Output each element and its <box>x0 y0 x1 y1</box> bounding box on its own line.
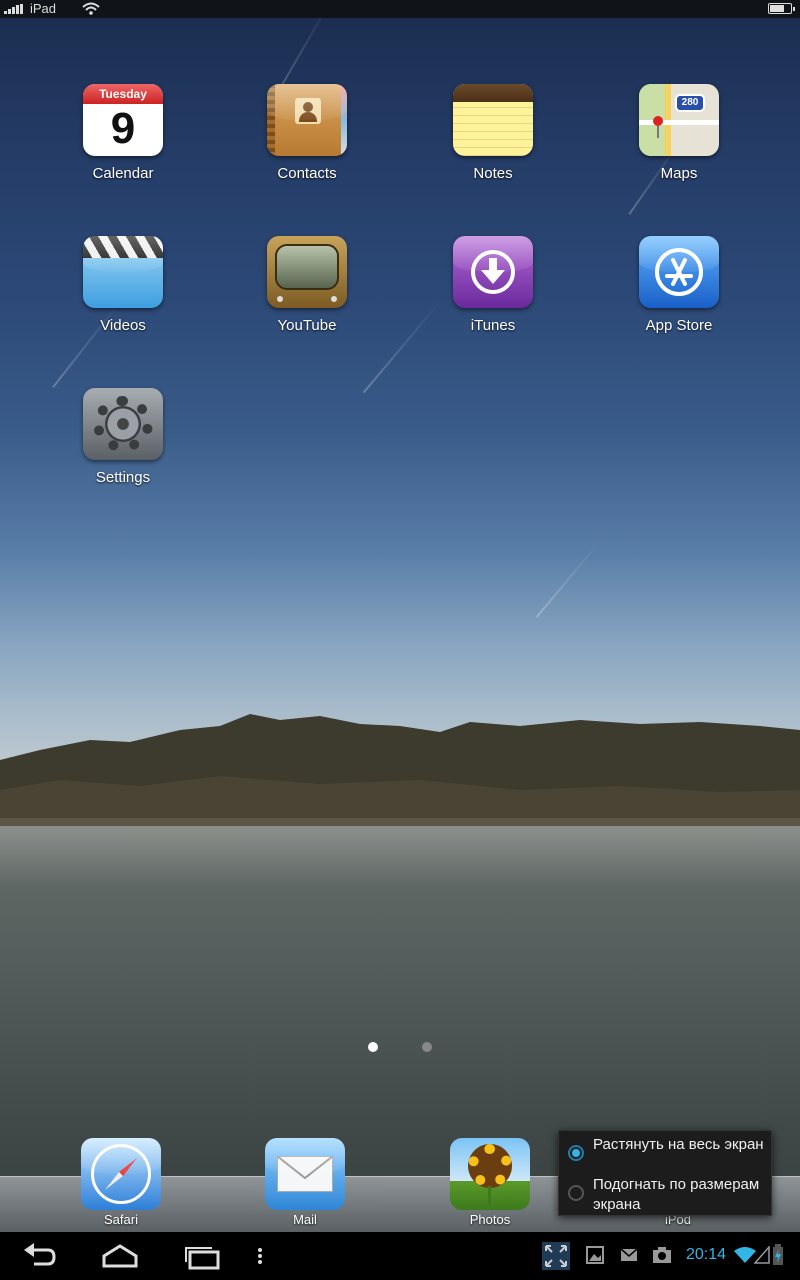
recent-apps-icon[interactable] <box>182 1240 222 1272</box>
camera-icon <box>653 1247 671 1263</box>
email-icon <box>620 1248 638 1261</box>
mail-icon <box>265 1138 345 1210</box>
dock-app-mail[interactable]: Mail <box>245 1138 365 1227</box>
maps-icon: 280 <box>639 84 719 156</box>
highway-shield: 280 <box>675 94 705 112</box>
app-label: Notes <box>473 165 513 182</box>
wifi-icon <box>734 1247 756 1263</box>
cell-signal-icon <box>754 1246 770 1264</box>
option-label: Растянуть на весь экран <box>593 1136 764 1153</box>
app-contacts[interactable]: Contacts <box>232 84 382 182</box>
app-videos[interactable]: Videos <box>48 236 198 334</box>
wifi-icon <box>82 2 100 15</box>
dock-app-safari[interactable]: Safari <box>61 1138 181 1227</box>
carrier-label: iPad <box>30 1 57 16</box>
mountain-range <box>0 714 800 826</box>
android-navigation-bar: 20:14 <box>0 1232 800 1280</box>
page-dot-active[interactable] <box>368 1042 378 1052</box>
home-icon[interactable] <box>100 1240 140 1272</box>
safari-icon <box>81 1138 161 1210</box>
videos-icon <box>83 236 163 308</box>
dock-label: Mail <box>293 1212 317 1227</box>
contacts-icon <box>267 84 347 156</box>
option-label: Подогнать по размерам экрана <box>593 1176 760 1213</box>
app-itunes[interactable]: iTunes <box>418 236 568 334</box>
lake-reflection <box>0 826 800 886</box>
screen-compat-icon[interactable] <box>542 1242 570 1270</box>
dock-label: Safari <box>104 1212 138 1227</box>
app-youtube[interactable]: YouTube <box>232 236 382 334</box>
notes-icon <box>453 84 533 156</box>
ipad-status-bar: iPad <box>0 0 800 18</box>
settings-icon <box>83 388 163 460</box>
app-settings[interactable]: Settings <box>48 388 198 486</box>
photos-icon <box>450 1138 530 1210</box>
clock: 20:14 <box>686 1246 727 1263</box>
calendar-day-name: Tuesday <box>83 84 163 104</box>
app-label: YouTube <box>277 317 337 334</box>
radio-unselected[interactable] <box>568 1185 584 1201</box>
app-store-icon <box>639 236 719 308</box>
signal-bars-icon <box>4 4 23 14</box>
app-notes[interactable]: Notes <box>418 84 568 182</box>
sky-streak <box>535 540 602 618</box>
app-label: Maps <box>660 165 698 182</box>
menu-icon[interactable] <box>252 1240 268 1272</box>
option-stretch-fullscreen[interactable]: Растянуть на весь экран <box>559 1131 773 1173</box>
app-app-store[interactable]: App Store <box>604 236 754 334</box>
battery-icon <box>768 3 795 14</box>
calendar-icon: Tuesday 9 <box>83 84 163 156</box>
home-screen-wallpaper <box>0 0 800 1232</box>
itunes-icon <box>453 236 533 308</box>
battery-charging-icon <box>773 1244 783 1265</box>
gallery-icon <box>586 1246 604 1264</box>
app-label: App Store <box>645 317 713 334</box>
app-label: Settings <box>95 469 151 486</box>
dock-label: Photos <box>469 1212 511 1227</box>
app-label: Videos <box>100 317 146 334</box>
youtube-icon <box>267 236 347 308</box>
calendar-day-number: 9 <box>110 104 136 153</box>
radio-selected[interactable] <box>568 1145 584 1161</box>
option-fit-screen[interactable]: Подогнать по размерам экрана <box>559 1173 773 1215</box>
app-label: Calendar <box>92 165 154 182</box>
app-calendar[interactable]: Tuesday 9 Calendar <box>48 84 198 182</box>
app-label: Contacts <box>277 165 337 182</box>
page-dot[interactable] <box>422 1042 432 1052</box>
app-maps[interactable]: 280 Maps <box>604 84 754 182</box>
dock-app-photos[interactable]: Photos <box>430 1138 550 1227</box>
app-label: iTunes <box>470 317 516 334</box>
display-mode-popup: Растянуть на весь экран Подогнать по раз… <box>558 1130 772 1216</box>
back-icon[interactable] <box>22 1240 58 1272</box>
